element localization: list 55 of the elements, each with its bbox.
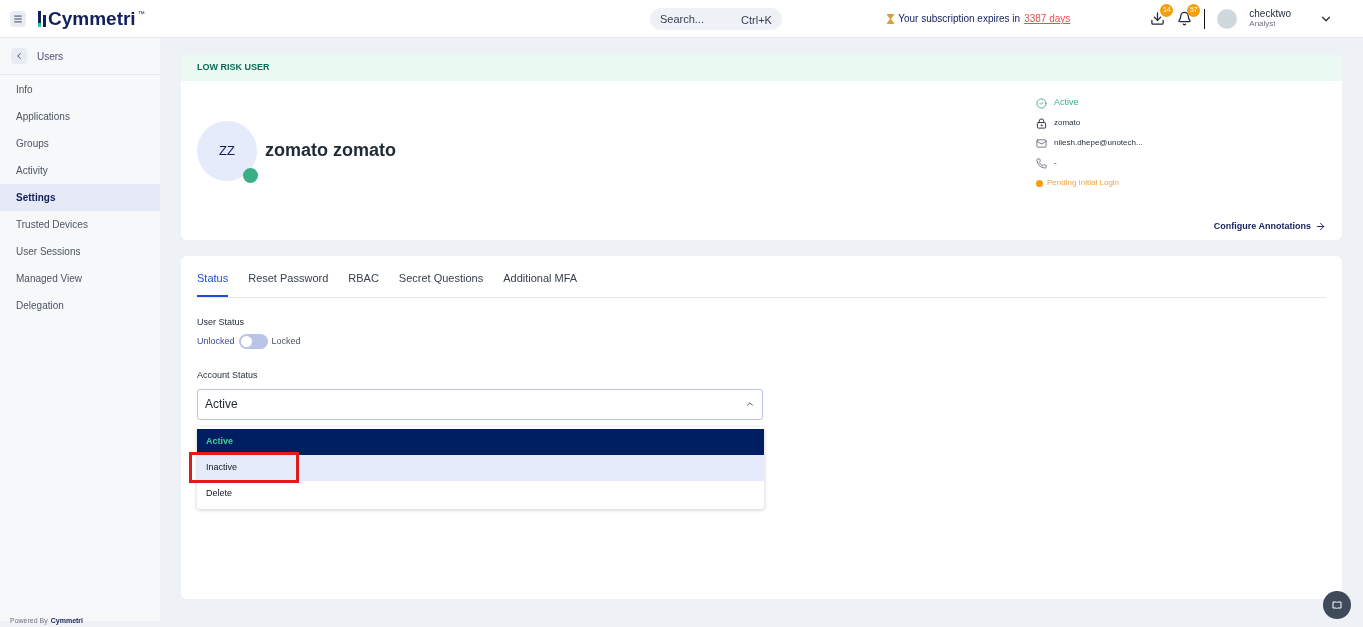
dropdown-option[interactable]: Delete xyxy=(197,480,764,507)
back-button[interactable] xyxy=(11,48,27,64)
tab[interactable]: Additional MFA xyxy=(503,270,578,297)
sidebar-item[interactable]: Delegation xyxy=(0,292,160,319)
user-name: checktwo xyxy=(1249,9,1291,19)
sidebar-item[interactable]: Info xyxy=(0,76,160,103)
locked-label: Locked xyxy=(271,334,301,348)
help-button[interactable] xyxy=(1323,591,1351,619)
tab[interactable]: Status xyxy=(197,270,229,297)
notification-icon[interactable] xyxy=(1177,11,1193,26)
username-text: zomato xyxy=(1054,117,1081,129)
check-circle-icon xyxy=(1036,97,1047,109)
warning-icon xyxy=(1036,179,1043,187)
book-icon xyxy=(1332,601,1342,609)
field-label: User Status xyxy=(197,315,245,329)
shortcut-hint: Ctrl+K xyxy=(741,12,772,28)
section-title: Users xyxy=(37,49,64,64)
tab[interactable]: Reset Password xyxy=(248,270,329,297)
tab[interactable]: Secret Questions xyxy=(398,270,484,297)
download-icon[interactable] xyxy=(1150,11,1166,26)
arrow-right-icon xyxy=(1315,220,1326,232)
lock-icon xyxy=(1036,117,1047,129)
sidebar-item[interactable]: User Sessions xyxy=(0,238,160,265)
sidebar-item[interactable]: Settings xyxy=(0,184,160,211)
subscription-days-link[interactable]: 3387 days xyxy=(1024,11,1071,26)
chevron-up-icon xyxy=(745,399,755,409)
user-role: Analyst xyxy=(1249,20,1277,28)
account-status-select[interactable]: Active xyxy=(197,388,763,420)
configure-annotations-link[interactable]: Configure Annotations xyxy=(1213,219,1326,233)
tab[interactable]: RBAC xyxy=(348,270,379,297)
hourglass-icon xyxy=(887,13,895,24)
sidebar-item[interactable]: Managed View xyxy=(0,265,160,292)
risk-banner: LOW RISK USER xyxy=(181,55,1342,81)
back-icon xyxy=(14,51,24,61)
mail-icon xyxy=(1036,137,1047,149)
pending-login-text: Pending Initial Login xyxy=(1047,177,1120,189)
user-full-name: zomato zomato xyxy=(265,139,396,162)
subscription-text: Your subscription expires in xyxy=(898,12,1021,26)
sidebar-item[interactable]: Groups xyxy=(0,130,160,157)
unlocked-label: Unlocked xyxy=(197,334,235,348)
logo-mark-icon xyxy=(38,10,46,27)
field-label: Account Status xyxy=(197,369,258,382)
dropdown-option[interactable]: Inactive xyxy=(197,454,764,481)
menu-button[interactable] xyxy=(10,10,26,27)
lock-toggle[interactable] xyxy=(238,334,268,349)
phone-text: - xyxy=(1054,157,1057,169)
account-status-text: Active xyxy=(1054,96,1079,110)
email-text: nilesh.dhepe@unotech... xyxy=(1054,137,1143,149)
sidebar-item[interactable]: Trusted Devices xyxy=(0,211,160,238)
menu-icon xyxy=(13,13,23,24)
user-initials-avatar: ZZ xyxy=(197,120,257,181)
phone-icon xyxy=(1036,157,1047,169)
sidebar-item[interactable]: Applications xyxy=(0,103,160,130)
sidebar-item[interactable]: Activity xyxy=(0,157,160,184)
dropdown-option[interactable]: Active xyxy=(197,428,764,455)
